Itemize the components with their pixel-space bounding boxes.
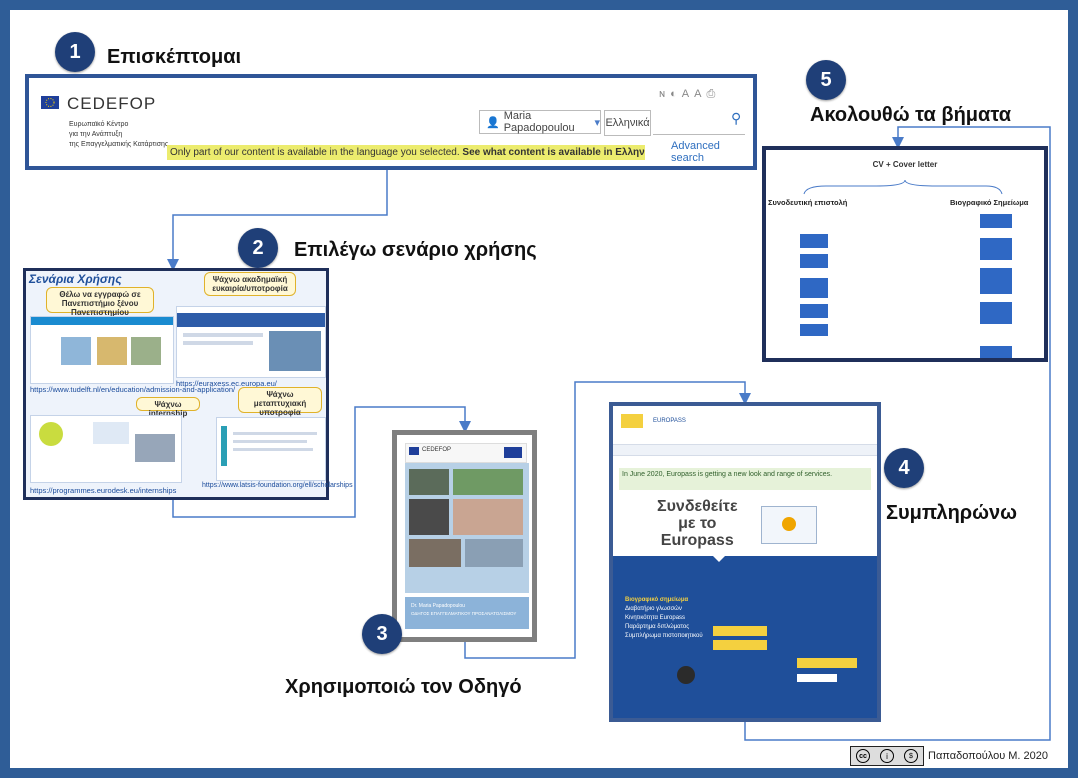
europass-cta-4[interactable] (797, 674, 837, 682)
cv-block (980, 238, 1012, 260)
eu-flag-icon (41, 96, 59, 109)
europass-illustration (761, 506, 817, 544)
university-site-thumbnail (30, 316, 174, 384)
scenario-bubble-4: Ψάχνω μεταπτυχιακή υποτροφία (238, 387, 322, 417)
eurodesk-site-thumbnail (30, 415, 182, 483)
utility-icons: ɴ◐AA⎙ (659, 88, 720, 101)
cedefop-logo: CEDEFOP (67, 94, 157, 113)
europass-menu-languages[interactable]: Διαβατήριο γλωσσών (625, 605, 703, 614)
guide-eu-flag-icon (409, 447, 419, 455)
text-size-large-icon[interactable]: A (694, 88, 706, 100)
cedefop-header-screenshot: CEDEFOP Ευρωπαϊκό Κέντρο για την Ανάπτυξ… (25, 74, 757, 170)
step-1-title: Επισκέπτομαι (107, 46, 242, 68)
step-3-title: Χρησιμοποιώ τον Οδηγό (285, 676, 522, 698)
europass-dark-panel: Βιογραφικό σημείωμα Διαβατήριο γλωσσών Κ… (613, 554, 877, 718)
europass-logo (621, 414, 643, 428)
europass-cta-1[interactable] (713, 626, 767, 636)
user-icon: 👤 (486, 116, 500, 129)
cedefop-subtitle: Ευρωπαϊκό Κέντρο για την Ανάπτυξη της Επ… (69, 121, 169, 148)
cv-block (980, 214, 1012, 228)
step-4-badge: 4 (884, 448, 924, 488)
europass-banner: In June 2020, Europass is getting a new … (619, 468, 871, 490)
cover-letter-label: Συνοδευτική επιστολή (768, 198, 848, 207)
cv-block (980, 268, 1012, 294)
language-select[interactable]: Ελληνικά (604, 110, 651, 136)
step-2-badge: 2 (238, 228, 278, 268)
cover-letter-block (800, 278, 828, 298)
europass-menu-cv[interactable]: Βιογραφικό σημείωμα (625, 596, 703, 605)
contrast-icon[interactable]: ◐ (670, 88, 682, 100)
scenarios-collage: Σενάρια Χρήσης Θέλω να εγγραφώ σε Πανεπι… (23, 268, 353, 500)
user-dropdown[interactable]: 👤 Maria Papadopoulou ▾ (479, 110, 601, 134)
latsis-url[interactable]: https://www.latsis-foundation.org/ell/sc… (202, 482, 353, 489)
rss-icon[interactable]: ɴ (659, 88, 670, 100)
scenario-bubble-1: Θέλω να εγγραφώ σε Πανεπιστήμιο ξένου Πα… (46, 287, 154, 317)
europass-round-icon (677, 666, 695, 684)
step-5-title: Ακολουθώ τα βήματα (810, 104, 1011, 126)
europass-menu-diploma[interactable]: Παράρτημα διπλώματος (625, 623, 703, 632)
europass-nav (613, 444, 877, 456)
eurodesk-url[interactable]: https://programmes.eurodesk.eu/internshi… (30, 486, 176, 495)
advanced-search-link[interactable]: Advanced search (671, 140, 753, 164)
step-1-badge: 1 (55, 32, 95, 72)
latsis-site-thumbnail (216, 417, 326, 481)
europass-menu: Βιογραφικό σημείωμα Διαβατήριο γλωσσών Κ… (625, 596, 703, 641)
guide-caption-band: Dr. Maria Papadopoulou ΟΔΗΓΟΣ ΕΠΑΓΓΕΛΜΑΤ… (405, 597, 529, 629)
europass-screenshot: EUROPASS In June 2020, Europass is getti… (609, 402, 881, 722)
europass-menu-mobility[interactable]: Κινητικότητα Europass (625, 614, 703, 623)
step-5-badge: 5 (806, 60, 846, 100)
step-2-title: Επιλέγω σενάριο χρήσης (294, 239, 537, 261)
chevron-down-icon: ▾ (594, 116, 600, 129)
cc-icon: cc (856, 749, 870, 763)
guide-photo-collage (405, 463, 529, 593)
print-icon[interactable]: ⎙ (706, 88, 720, 100)
scenario-bubble-3: Ψάχνω internship (136, 397, 200, 418)
cv-label: Βιογραφικό Σημείωμα (950, 198, 1029, 207)
guide-header: CEDEFOP (405, 443, 527, 463)
scenario-bubble-2: Ψάχνω ακαδημαϊκή ευκαιρία/υποτροφία (204, 272, 296, 296)
cc-license-badge: cc i $ (850, 746, 924, 766)
language-notice: Only part of our content is available in… (167, 145, 645, 160)
step-3-badge: 3 (362, 614, 402, 654)
cover-letter-block (800, 304, 828, 318)
cover-letter-block (800, 324, 828, 336)
author-credit: Παπαδοπούλου Μ. 2020 (928, 750, 1049, 762)
cv-block (980, 302, 1012, 324)
nc-icon: $ (904, 749, 918, 763)
cover-letter-block (800, 254, 828, 268)
scenarios-title: Σενάρια Χρήσης (29, 272, 122, 286)
search-icon[interactable]: ⚲ (731, 110, 741, 127)
text-size-icon[interactable]: A (682, 88, 694, 100)
euraxess-site-thumbnail (176, 306, 326, 378)
cover-letter-block (800, 234, 828, 248)
cv-cover-letter-diagram: CV + Cover letter Συνοδευτική επιστολή Β… (762, 146, 1048, 362)
step-4-title: Συμπληρώνω (886, 502, 1018, 524)
europass-hero-text: Συνδεθείτε με το Europass (657, 498, 738, 549)
guide-cover: CEDEFOP Dr. Maria Papadopoulou ΟΔΗΓΟΣ ΕΠ… (392, 430, 537, 642)
cv-block (980, 346, 1012, 358)
europass-cta-3[interactable] (797, 658, 857, 668)
europass-menu-certificate[interactable]: Συμπλήρωμα πιστοποιητικού (625, 632, 703, 641)
slide: 1 Επισκέπτομαι CEDEFOP Ευρωπαϊκό Κέντρο … (10, 10, 1068, 768)
content-available-link[interactable]: See what content is available in Ελληνικ… (462, 147, 645, 158)
europass-cta-2[interactable] (713, 640, 767, 650)
by-icon: i (880, 749, 894, 763)
